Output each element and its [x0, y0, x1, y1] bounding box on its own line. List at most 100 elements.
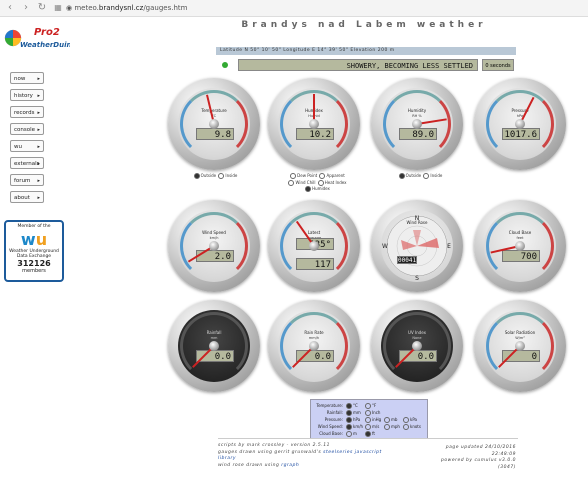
units-row-label: Wind Speed:	[317, 424, 343, 429]
gauge-unit: None	[412, 336, 422, 340]
caret-right-icon: ▸	[37, 127, 40, 133]
gauge-unit: feet	[516, 236, 524, 240]
unit-option[interactable]: mm	[345, 409, 361, 416]
unit-option[interactable]: hPa	[345, 416, 360, 423]
back-icon[interactable]: ‹	[4, 2, 16, 14]
unit-option[interactable]: m	[345, 430, 357, 437]
gauge-face: Rainfall mm 0.0	[178, 310, 250, 382]
caret-right-icon: ▸	[37, 110, 40, 116]
menu-item-now[interactable]: now ▸	[10, 72, 44, 84]
gauge-wind-rose: N S E W Wind Rose 00041	[371, 200, 463, 292]
wind-run-counter: 00041	[397, 256, 417, 264]
dewpoint-source-radios: Dew Point Apparent Wind Chill Heat Index…	[282, 173, 352, 193]
menu-item-externals[interactable]: externals ▸	[10, 157, 44, 169]
qr-icon[interactable]: ▦	[52, 2, 64, 14]
url-site: brandysnl.cz	[98, 4, 144, 12]
gauge-lcd: 10.2	[296, 128, 334, 140]
site-logo[interactable]: Pro2 WeatherDuino	[4, 24, 76, 52]
gauge-face: Solar Radiation W/m² 0	[484, 310, 556, 382]
compass-s: S	[415, 275, 419, 282]
gauge-hub	[209, 341, 219, 351]
browser-toolbar: ‹ › ↻ ▦ ◉ meteo.brandysnl.cz/gauges.htm	[0, 0, 588, 17]
unit-option[interactable]: m/s	[364, 423, 379, 430]
unit-option[interactable]: inHg	[364, 416, 381, 423]
caret-right-icon: ▸	[37, 195, 40, 201]
gauge-lcd: 89.0	[399, 128, 437, 140]
temperature-source-radios: Outside Inside	[190, 173, 240, 179]
address-bar[interactable]: ◉ meteo.brandysnl.cz/gauges.htm	[66, 2, 566, 14]
gauge-uv-index: UV Index None 0.0	[371, 300, 463, 392]
gauge-rainfall: Rainfall mm 0.0	[168, 300, 260, 392]
gauge-hub	[515, 241, 525, 251]
units-row: Cloud Base: m ft	[311, 430, 427, 437]
gauge-title: Rainfall	[206, 330, 222, 335]
location-bar: Latitude N 50° 10' 50" Longitude E 14° 3…	[216, 47, 516, 55]
radio-heat-index[interactable]	[317, 179, 324, 186]
gauge-solar-radiation: Solar Radiation W/m² 0	[474, 300, 566, 392]
gauge-unit: °C	[211, 114, 217, 118]
gauge-lcd: 1017.6	[502, 128, 540, 140]
unit-option[interactable]: km/h	[345, 423, 363, 430]
gauge-title: Wind Rose	[406, 220, 428, 225]
units-row: Rainfall: mm Inch	[311, 409, 427, 416]
gauge-face: N S E W Wind Rose 00041	[381, 210, 453, 282]
forward-icon[interactable]: ›	[20, 2, 32, 14]
menu-item-wu[interactable]: wu ▸	[10, 140, 44, 152]
url-prefix: meteo.	[74, 4, 99, 12]
units-row-label: Temperature:	[316, 403, 343, 408]
radio-wind-chill[interactable]	[288, 179, 295, 186]
forecast-lcd: SHOWERY, BECOMING LESS SETTLED	[238, 59, 478, 71]
radio-inside[interactable]	[218, 173, 225, 179]
units-row: Pressure: hPa inHg mb kPa	[311, 416, 427, 423]
compass-e: E	[447, 243, 451, 250]
caret-right-icon: ▸	[37, 178, 40, 184]
radio-inside[interactable]	[423, 173, 430, 179]
footer-credits: scripts by mark crossley - version 2.5.1…	[218, 443, 388, 469]
gauge-unit: km/h	[209, 236, 219, 240]
gauge-lcd-average: 117	[296, 258, 334, 270]
gauge-hub	[412, 119, 422, 129]
reload-icon[interactable]: ↻	[36, 2, 48, 14]
unit-option[interactable]: °F	[364, 402, 376, 409]
units-row-label: Rainfall:	[326, 410, 343, 415]
unit-option[interactable]: ft	[364, 430, 375, 437]
gauge-face: UV Index None 0.0	[381, 310, 453, 382]
unit-option[interactable]: Inch	[364, 409, 380, 416]
steelseries-link[interactable]: steelseries	[323, 450, 353, 455]
menu-item-forum[interactable]: forum ▸	[10, 174, 44, 186]
menu-item-history[interactable]: history ▸	[10, 89, 44, 101]
sidebar: Pro2 WeatherDuino now▸ history▸ records▸…	[0, 18, 76, 480]
gauge-wind-speed: Wind Speed km/h 2.0	[168, 200, 260, 292]
gauge-hub	[309, 341, 319, 351]
radio-outside[interactable]	[398, 173, 405, 179]
unit-option[interactable]: mb	[383, 416, 397, 423]
caret-right-icon: ▸	[37, 76, 40, 82]
caret-right-icon: ▸	[37, 93, 40, 99]
svg-text:Pro2: Pro2	[34, 27, 60, 38]
units-row: Temperature: °C °F	[311, 402, 427, 409]
radio-humidex[interactable]	[305, 186, 312, 192]
gauge-face: Cloud Base feet 700	[484, 210, 556, 282]
status-led	[222, 62, 228, 68]
menu-item-about[interactable]: about ▸	[10, 191, 44, 203]
menu-item-records[interactable]: records ▸	[10, 106, 44, 118]
unit-option[interactable]: kPa	[402, 416, 417, 423]
wu-badge[interactable]: Member of the wu Weather Underground Dat…	[4, 220, 64, 282]
gauge-face: Temperature °C 9.8	[178, 88, 250, 160]
radio-apparent[interactable]	[319, 173, 326, 179]
gauge-unit: hPa	[516, 114, 524, 118]
gauge-unit: W/m²	[515, 336, 525, 340]
menu-item-console[interactable]: console ▸	[10, 123, 44, 135]
radio-dew-point[interactable]	[290, 173, 297, 179]
unit-option[interactable]: °C	[345, 402, 358, 409]
rgraph-link[interactable]: rgraph	[281, 463, 299, 468]
gauge-unit: RH %	[412, 114, 422, 118]
unit-option[interactable]: knots	[402, 423, 421, 430]
caret-right-icon: ▸	[37, 161, 40, 167]
units-row-label: Pressure:	[324, 417, 343, 422]
gauge-title: Humidity	[407, 108, 427, 113]
gauge-unit: mm/h	[308, 336, 320, 340]
units-row-label: Cloud Base:	[319, 431, 343, 436]
unit-option[interactable]: mph	[383, 423, 400, 430]
radio-outside[interactable]	[193, 173, 200, 179]
